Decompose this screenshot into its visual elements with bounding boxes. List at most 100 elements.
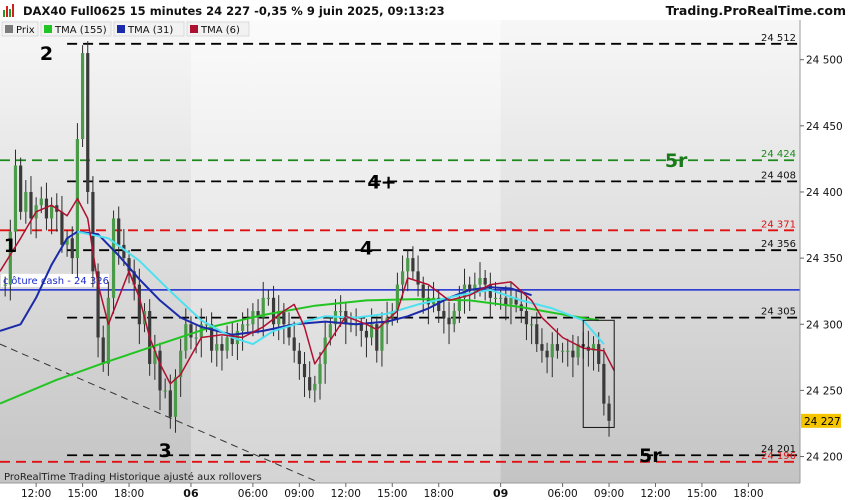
price-bar-107 (555, 344, 560, 351)
price-bar-73 (380, 324, 384, 351)
price-bar-105 (545, 350, 549, 358)
legend-swatch-1 (44, 25, 52, 33)
price-bar-30 (158, 350, 162, 391)
price-bar-4 (24, 191, 28, 212)
price-bar-58 (302, 363, 307, 378)
price-bar-92 (478, 277, 482, 285)
price-bar-116 (602, 363, 606, 404)
level-label-3: 24 371 (761, 219, 796, 230)
x-tick-label-13: 15:00 (687, 488, 717, 500)
x-tick-label-0: 12:00 (21, 488, 51, 500)
price-bar-81 (421, 284, 425, 298)
last-price-label: 24 227 (804, 416, 841, 428)
price-bar-86 (447, 317, 451, 325)
price-bar-20 (106, 297, 110, 364)
y-tick-label-3: 24 350 (806, 253, 843, 265)
y-tick-label-0: 24 200 (806, 452, 843, 464)
price-bar-117 (607, 403, 611, 421)
price-bar-57 (297, 350, 301, 364)
y-tick-label-1: 24 250 (806, 385, 843, 397)
price-bar-80 (416, 271, 420, 285)
price-bar-110 (571, 350, 575, 358)
legend-label-3: TMA (6) (200, 25, 240, 36)
price-bar-70 (364, 330, 369, 338)
session-shade-1 (500, 20, 800, 483)
price-bar-15 (80, 53, 85, 140)
price-bar-31 (163, 390, 167, 392)
y-axis-panel (800, 20, 850, 483)
price-bar-93 (483, 277, 487, 285)
annotation-2: 3 (159, 440, 172, 462)
price-bar-56 (292, 337, 296, 351)
price-bar-21 (111, 218, 116, 298)
price-bar-7 (39, 198, 43, 206)
x-tick-label-8: 18:00 (424, 488, 454, 500)
legend-label-1: TMA (155) (54, 25, 107, 36)
session-shade-0 (0, 20, 191, 483)
legend-label-2: TMA (31) (127, 25, 173, 36)
legend-swatch-3 (190, 25, 198, 33)
price-bar-16 (86, 53, 90, 192)
price-bar-60 (313, 383, 317, 391)
price-bar-46 (240, 324, 245, 331)
price-bar-3 (19, 165, 23, 212)
price-bar-9 (50, 205, 54, 219)
y-tick-label-6: 24 500 (806, 55, 843, 67)
price-bar-109 (566, 350, 570, 352)
level-label-1: 24 424 (761, 149, 796, 160)
price-bar-69 (359, 324, 363, 331)
price-bar-13 (70, 238, 74, 259)
x-tick-label-6: 12:00 (331, 488, 361, 500)
price-bar-37 (194, 337, 198, 339)
price-bar-22 (117, 218, 121, 245)
price-bar-33 (173, 377, 178, 417)
price-bar-63 (328, 324, 332, 338)
x-tick-label-10: 06:00 (547, 488, 577, 500)
price-bar-103 (535, 324, 539, 345)
footer-note: ProRealTime Trading Historique ajusté au… (4, 471, 262, 483)
price-bar-97 (504, 297, 508, 305)
x-tick-label-5: 09:00 (284, 488, 314, 500)
price-bar-115 (597, 344, 601, 364)
chart-title: DAX40 Full0625 15 minutes 24 227 -0,35 %… (23, 4, 445, 18)
annotation-5: 5r (665, 150, 688, 172)
annotation-4: 4+ (367, 171, 396, 193)
price-bar-41 (215, 344, 219, 351)
price-bar-87 (452, 311, 456, 325)
x-tick-label-7: 15:00 (377, 488, 407, 500)
brand-label: Trading.ProRealTime.com (666, 3, 846, 18)
x-tick-label-1: 15:00 (67, 488, 97, 500)
x-tick-label-2: 18:00 (114, 488, 144, 500)
price-bar-5 (29, 191, 33, 219)
price-bar-79 (411, 258, 415, 272)
x-tick-label-14: 18:00 (733, 488, 763, 500)
price-bar-65 (339, 311, 343, 313)
level-label-6: 24 305 (761, 307, 796, 318)
price-bar-59 (308, 377, 312, 391)
price-bar-104 (540, 344, 544, 351)
price-bar-43 (225, 337, 229, 351)
price-bar-101 (524, 311, 529, 325)
price-bar-54 (282, 311, 286, 325)
price-bar-11 (60, 211, 64, 245)
level-label-4: 24 356 (761, 239, 796, 250)
price-bar-61 (318, 363, 322, 384)
y-tick-label-5: 24 450 (806, 121, 843, 133)
annotation-6: 5r (639, 445, 662, 467)
price-bar-78 (406, 258, 410, 272)
price-bar-96 (499, 297, 503, 299)
price-bar-19 (101, 337, 105, 364)
price-bar-42 (220, 344, 224, 351)
price-chart[interactable]: clôture cash - 24 326 21344+5r5r 24 2002… (0, 0, 850, 500)
x-tick-label-12: 12:00 (640, 488, 670, 500)
price-bar-32 (168, 390, 172, 417)
y-tick-label-2: 24 300 (806, 319, 843, 331)
price-bar-47 (246, 324, 250, 326)
price-bar-98 (509, 297, 513, 305)
price-bar-35 (184, 324, 188, 351)
x-tick-label-9: 09 (493, 487, 508, 500)
price-bar-85 (442, 311, 446, 318)
x-tick-label-4: 06:00 (238, 488, 268, 500)
x-tick-label-3: 06 (183, 487, 199, 500)
annotation-1: 1 (4, 235, 17, 257)
